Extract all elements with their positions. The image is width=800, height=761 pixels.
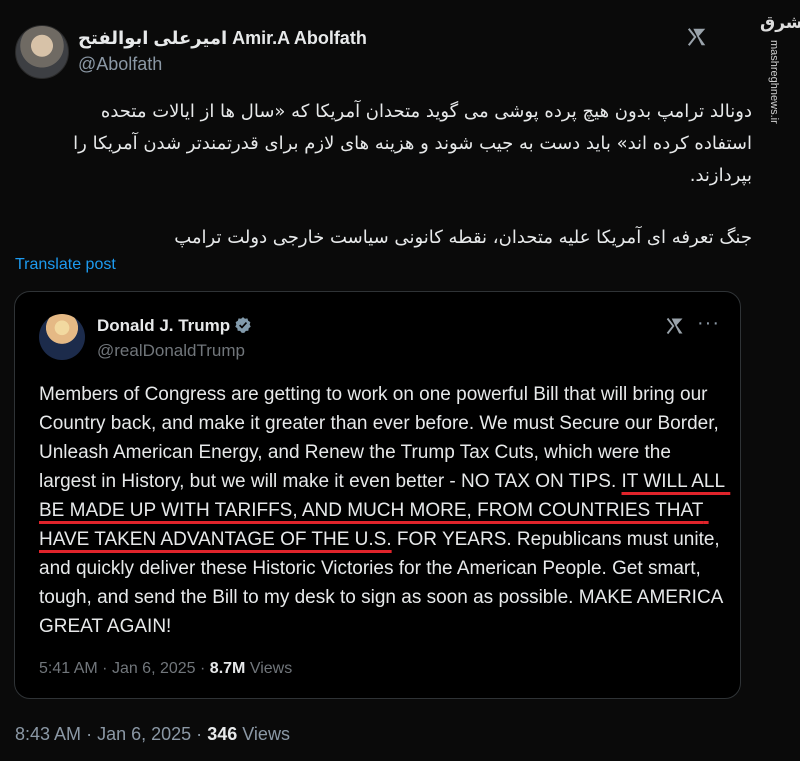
quoted-author-handle[interactable]: @realDonaldTrump	[97, 341, 245, 361]
meta-separator: ·	[86, 724, 93, 744]
post-text: دونالد ترامپ بدون هیچ پرده پوشی می گوید …	[60, 96, 752, 254]
x-logo-icon	[666, 317, 683, 335]
meta-separator: ·	[200, 660, 206, 677]
meta-separator: ·	[196, 724, 203, 744]
quoted-post-meta: 5:41 AM · Jan 6, 2025 · 8.7M Views	[39, 660, 292, 678]
quoted-post-time[interactable]: 5:41 AM	[39, 660, 98, 677]
verified-badge-icon	[235, 317, 251, 333]
source-watermark: مشرق mashreghnews.ir	[760, 10, 800, 125]
post-views-label: Views	[242, 724, 290, 744]
watermark-logo: مشرق	[760, 13, 800, 32]
quoted-post-date[interactable]: Jan 6, 2025	[112, 660, 196, 677]
post-date[interactable]: Jan 6, 2025	[97, 724, 191, 744]
post-paragraph-1: دونالد ترامپ بدون هیچ پرده پوشی می گوید …	[73, 101, 752, 186]
quoted-post-text: Members of Congress are getting to work …	[39, 380, 729, 641]
author-handle[interactable]: @Abolfath	[78, 54, 162, 75]
post-paragraph-2: جنگ تعرفه ای آمریکا علیه متحدان، نقطه کا…	[174, 227, 752, 248]
quoted-author-name-row[interactable]: Donald J. Trump	[97, 316, 252, 336]
quoted-views-label: Views	[249, 660, 293, 677]
quoted-author-name[interactable]: Donald J. Trump	[97, 316, 230, 335]
meta-separator: ·	[102, 660, 108, 677]
quoted-author-avatar[interactable]	[39, 314, 85, 360]
post-meta: 8:43 AM · Jan 6, 2025 · 346 Views	[15, 724, 290, 745]
post-page: امیرعلی ابوالفتح Amir.A Abolfath @Abolfa…	[0, 0, 800, 761]
author-name[interactable]: امیرعلی ابوالفتح Amir.A Abolfath	[78, 28, 367, 49]
translate-post-link[interactable]: Translate post	[15, 256, 116, 274]
post-time[interactable]: 8:43 AM	[15, 724, 81, 744]
watermark-site: mashreghnews.ir	[768, 40, 780, 124]
quoted-post-card[interactable]: Donald J. Trump @realDonaldTrump ··· Mem…	[14, 291, 741, 699]
more-options-icon[interactable]: ···	[697, 312, 720, 335]
x-logo-icon	[687, 28, 706, 46]
author-avatar[interactable]	[15, 25, 69, 79]
quoted-views-count: 8.7M	[209, 660, 246, 677]
post-views-count: 346	[207, 724, 238, 744]
